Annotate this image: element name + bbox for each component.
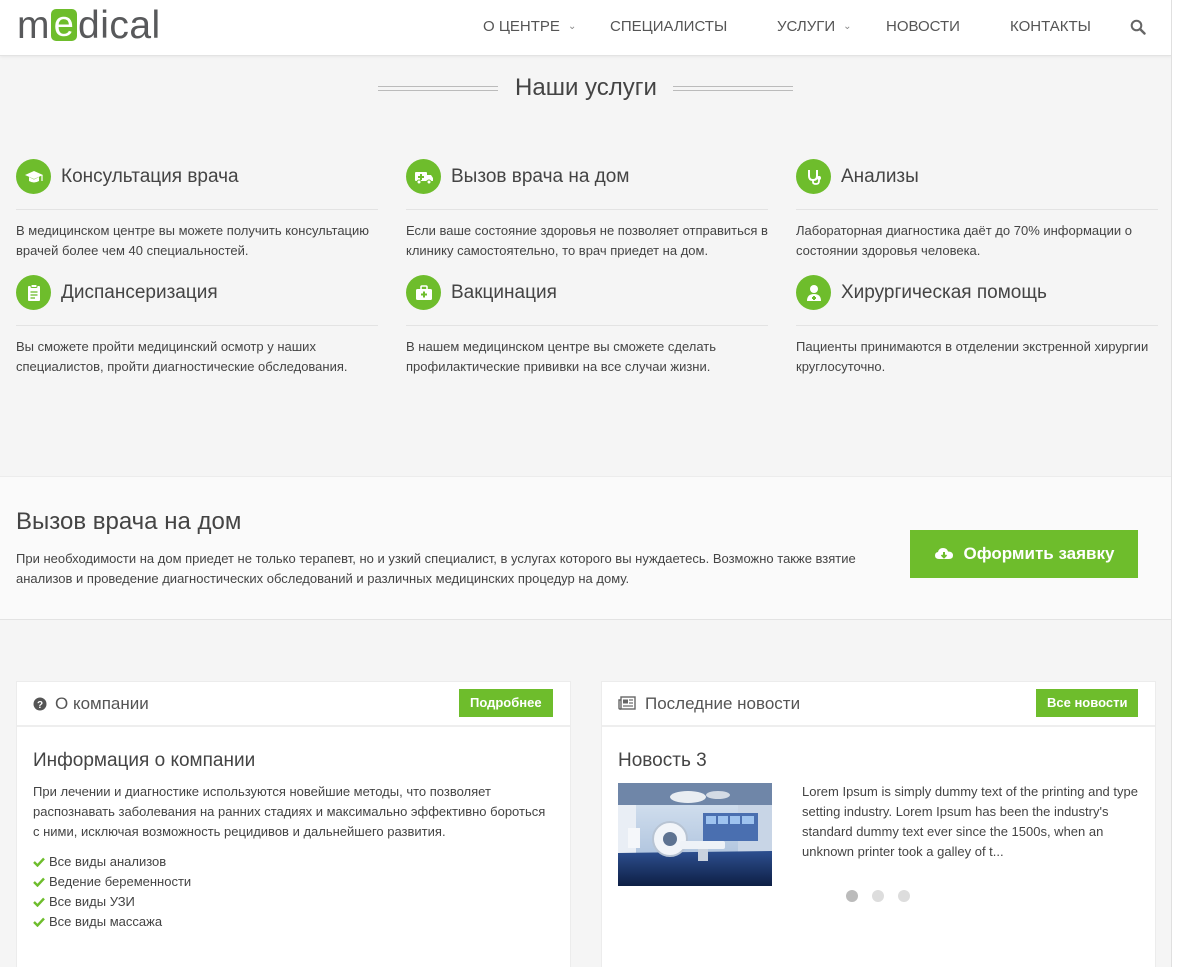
cta-title: Вызов врача на дом: [16, 508, 242, 535]
slider-dot[interactable]: [872, 890, 884, 902]
news-title[interactable]: Новость 3: [618, 750, 707, 772]
search-icon[interactable]: [1130, 19, 1146, 35]
service-title[interactable]: Консультация врача: [61, 166, 239, 188]
slider-dot[interactable]: [846, 890, 858, 902]
site-header: m edical О ЦЕНТРЕ ⌄ СПЕЦИАЛИСТЫ УСЛУГИ ⌄ НО…: [0, 0, 1171, 56]
check-icon: [33, 877, 45, 887]
list-item-label: Все виды массажа: [49, 914, 163, 929]
list-item: Все виды массажа: [33, 912, 191, 932]
list-item-label: Ведение беременности: [49, 874, 192, 889]
cloud-download-icon: [934, 548, 953, 559]
news-panel: Последние новости Все новости Новость 3: [601, 681, 1156, 967]
list-item: Все виды анализов: [33, 852, 191, 872]
logo-text-end: dical: [78, 4, 161, 47]
divider: [16, 209, 378, 210]
service-desc: Пациенты принимаются в отделении экстрен…: [796, 339, 1149, 374]
list-item: Все виды УЗИ: [33, 892, 191, 912]
logo-accent-letter: e: [51, 6, 77, 42]
check-icon: [33, 897, 45, 907]
nav-item-about[interactable]: О ЦЕНТРЕ ⌄: [483, 18, 576, 35]
nav-label: СПЕЦИАЛИСТЫ: [610, 18, 728, 35]
nav-label: НОВОСТИ: [886, 18, 960, 35]
check-icon: [33, 917, 45, 927]
ambulance-icon: [406, 159, 441, 194]
service-title[interactable]: Диспансеризация: [61, 282, 218, 304]
nav-label: УСЛУГИ: [777, 18, 836, 35]
nav-item-specialists[interactable]: СПЕЦИАЛИСТЫ: [610, 18, 727, 35]
about-heading: Информация о компании: [33, 750, 256, 771]
nav-label: КОНТАКТЫ: [1010, 18, 1091, 35]
list-item-label: Все виды анализов: [49, 854, 167, 869]
divider: [796, 209, 1158, 210]
newspaper-icon: [618, 696, 636, 710]
chevron-down-icon: ⌄: [843, 21, 852, 32]
news-text: Lorem Ipsum is simply dummy text of the …: [802, 784, 1138, 859]
service-desc: В медицинском центре вы можете получить …: [16, 223, 370, 258]
nav-item-contacts[interactable]: КОНТАКТЫ: [1010, 18, 1091, 35]
slider-pagination: [846, 890, 910, 902]
logo[interactable]: m edical: [17, 6, 161, 46]
about-panel: ? О компании Подробнее Информация о комп…: [16, 681, 571, 967]
check-icon: [33, 857, 45, 867]
service-desc: В нашем медицинском центре вы сможете сд…: [406, 339, 717, 374]
news-image[interactable]: [618, 783, 772, 886]
call-to-action: Вызов врача на дом При необходимости на …: [0, 476, 1171, 620]
panel-title: О компании: [55, 694, 149, 713]
user-md-icon: [796, 275, 831, 310]
more-button[interactable]: Подробнее: [459, 689, 553, 717]
medkit-icon: [406, 275, 441, 310]
section-title: Наши услуги: [515, 74, 657, 101]
logo-text-start: m: [17, 4, 50, 47]
divider: [406, 325, 768, 326]
page: m edical О ЦЕНТРЕ ⌄ СПЕЦИАЛИСТЫ УСЛУГИ ⌄ НО…: [0, 0, 1172, 967]
chevron-down-icon: ⌄: [567, 21, 577, 32]
panel-header: ? О компании Подробнее: [17, 682, 570, 727]
svg-text:?: ?: [37, 700, 43, 711]
cta-text: При необходимости на дом приедет не толь…: [16, 551, 856, 586]
service-title[interactable]: Анализы: [841, 166, 919, 188]
list-item-label: Все виды УЗИ: [49, 894, 135, 909]
nav-item-news[interactable]: НОВОСТИ: [886, 18, 960, 35]
services-header: Наши услуги: [0, 74, 1171, 102]
button-label: Оформить заявку: [963, 544, 1115, 563]
service-title[interactable]: Вызов врача на дом: [451, 166, 629, 188]
divider: [796, 325, 1158, 326]
nav-item-services[interactable]: УСЛУГИ ⌄: [777, 18, 852, 35]
about-text: При лечении и диагностике используются н…: [33, 784, 546, 839]
feature-list: Все виды анализов Ведение беременности В…: [33, 852, 191, 932]
service-title[interactable]: Вакцинация: [451, 282, 557, 304]
graduation-cap-icon: [16, 159, 51, 194]
stethoscope-icon: [796, 159, 831, 194]
question-circle-icon: ?: [33, 697, 47, 711]
divider: [16, 325, 378, 326]
service-desc: Лабораторная диагностика даёт до 70% инф…: [796, 223, 1132, 258]
clipboard-icon: [16, 275, 51, 310]
all-news-button[interactable]: Все новости: [1036, 689, 1139, 717]
divider: [406, 209, 768, 210]
list-item: Ведение беременности: [33, 872, 191, 892]
service-title[interactable]: Хирургическая помощь: [841, 282, 1047, 304]
submit-request-button[interactable]: Оформить заявку: [910, 530, 1138, 578]
service-desc: Вы сможете пройти медицинский осмотр у н…: [16, 339, 348, 374]
nav-label: О ЦЕНТРЕ: [483, 18, 560, 35]
panel-header: Последние новости Все новости: [602, 682, 1155, 727]
slider-dot[interactable]: [898, 890, 910, 902]
service-desc: Если ваше состояние здоровья не позволяе…: [406, 223, 768, 258]
panel-title: Последние новости: [645, 694, 801, 713]
